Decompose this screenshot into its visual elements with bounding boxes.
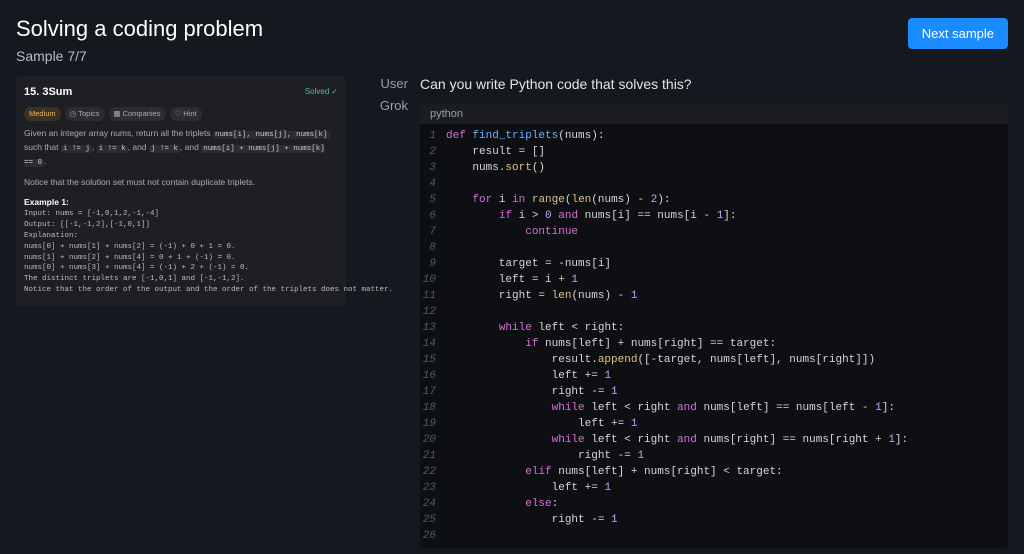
code-line: 1def find_triplets(nums):	[420, 128, 1008, 144]
page-title: Solving a coding problem	[16, 16, 263, 42]
code-line: 22 elif nums[left] + nums[right] < targe…	[420, 464, 1008, 480]
code-line: 14 if nums[left] + nums[right] == target…	[420, 336, 1008, 352]
code-line: 15 result.append([-target, nums[left], n…	[420, 352, 1008, 368]
code-line: 16 left += 1	[420, 368, 1008, 384]
check-icon: ✓	[331, 86, 338, 98]
code-line: 10 left = i + 1	[420, 272, 1008, 288]
topics-chip[interactable]: ◷Topics	[65, 107, 105, 121]
problem-description: Given an integer array nums, return all …	[24, 127, 338, 189]
code-line: 24 else:	[420, 496, 1008, 512]
code-line: 5 for i in range(len(nums) - 2):	[420, 192, 1008, 208]
code-line: 26	[420, 528, 1008, 544]
next-sample-button[interactable]: Next sample	[908, 18, 1008, 49]
code-line: 6 if i > 0 and nums[i] == nums[i - 1]:	[420, 208, 1008, 224]
code-line: 23 left += 1	[420, 480, 1008, 496]
code-line: 13 while left < right:	[420, 320, 1008, 336]
code-line: 12	[420, 304, 1008, 320]
user-label: User	[360, 76, 420, 92]
code-line: 21 right -= 1	[420, 448, 1008, 464]
code-line: 11 right = len(nums) - 1	[420, 288, 1008, 304]
code-line: 25 right -= 1	[420, 512, 1008, 528]
code-line: 17 right -= 1	[420, 384, 1008, 400]
difficulty-chip[interactable]: Medium	[24, 107, 61, 121]
code-line: 7 continue	[420, 224, 1008, 240]
building-icon: ▦	[114, 108, 121, 119]
bulb-icon: ♡	[175, 108, 182, 119]
code-block: python 1def find_triplets(nums):2 result…	[420, 104, 1008, 548]
code-line: 20 while left < right and nums[right] ==…	[420, 432, 1008, 448]
solved-badge: Solved ✓	[305, 86, 338, 98]
problem-title: 15. 3Sum	[24, 84, 72, 101]
code-line: 19 left += 1	[420, 416, 1008, 432]
code-language-label: python	[420, 104, 1008, 124]
code-line: 8	[420, 240, 1008, 256]
hint-chip[interactable]: ♡Hint	[170, 107, 202, 121]
sample-counter: Sample 7/7	[16, 48, 263, 64]
tag-icon: ◷	[70, 108, 77, 119]
example-block: Input: nums = [-1,0,1,2,-1,-4] Output: […	[24, 209, 338, 296]
code-line: 18 while left < right and nums[left] == …	[420, 400, 1008, 416]
user-message: Can you write Python code that solves th…	[420, 76, 1008, 92]
code-line: 4	[420, 176, 1008, 192]
companies-chip[interactable]: ▦Companies	[109, 107, 166, 121]
code-content[interactable]: 1def find_triplets(nums):2 result = []3 …	[420, 124, 1008, 548]
code-line: 2 result = []	[420, 144, 1008, 160]
problem-card: 15. 3Sum Solved ✓ Medium ◷Topics ▦Compan…	[16, 76, 346, 306]
code-line: 3 nums.sort()	[420, 160, 1008, 176]
example-label: Example 1:	[24, 196, 338, 209]
code-line: 9 target = -nums[i]	[420, 256, 1008, 272]
assistant-label: Grok	[360, 98, 420, 548]
